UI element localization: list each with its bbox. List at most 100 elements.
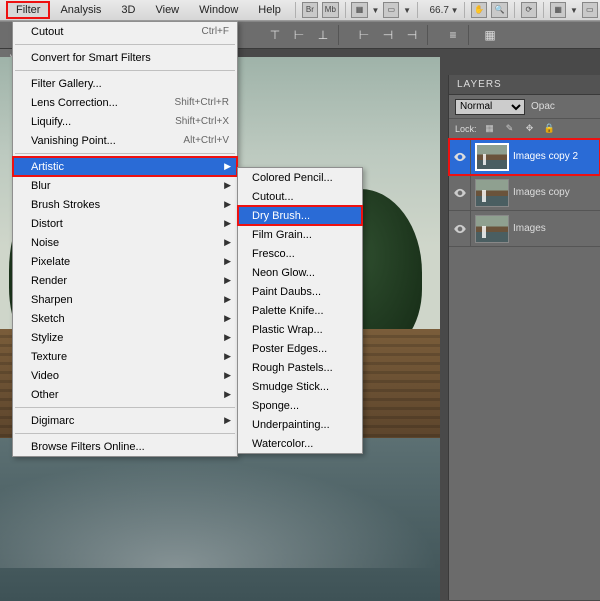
submenu-arrow-icon: ▶ — [224, 218, 231, 229]
filter-category-texture[interactable]: Texture▶ — [13, 347, 237, 366]
filter-digimarc[interactable]: Digimarc▶ — [13, 411, 237, 430]
align-hcenter-icon[interactable]: ⊣ — [377, 25, 399, 45]
artistic-film-grain[interactable]: Film Grain... — [238, 225, 362, 244]
eye-icon — [453, 150, 467, 164]
hand-tool-icon[interactable]: ✋ — [471, 2, 487, 18]
lock-transparency-icon[interactable]: ▦ — [483, 122, 497, 136]
lock-pixels-icon[interactable]: ✎ — [503, 122, 517, 136]
layer-row[interactable]: Images — [449, 211, 600, 247]
filter-category-blur[interactable]: Blur▶ — [13, 176, 237, 195]
align-right-icon[interactable]: ⊣ — [401, 25, 423, 45]
layers-panel-tab[interactable]: LAYERS — [449, 75, 600, 95]
align-left-icon[interactable]: ⊢ — [353, 25, 375, 45]
filter-category-brush-strokes[interactable]: Brush Strokes▶ — [13, 195, 237, 214]
layer-row[interactable]: Images copy 2 — [449, 139, 600, 175]
layer-name[interactable]: Images copy — [513, 187, 600, 198]
visibility-toggle[interactable] — [449, 211, 471, 246]
filter-browse-online[interactable]: Browse Filters Online... — [13, 437, 237, 456]
menu-window[interactable]: Window — [189, 1, 248, 19]
filter-category-video[interactable]: Video▶ — [13, 366, 237, 385]
menu-view[interactable]: View — [145, 1, 189, 19]
align-top-icon[interactable]: ⊤ — [264, 25, 286, 45]
artistic-watercolor[interactable]: Watercolor... — [238, 434, 362, 453]
dropdown-arrow-icon[interactable]: ▼ — [568, 3, 579, 17]
artistic-plastic-wrap[interactable]: Plastic Wrap... — [238, 320, 362, 339]
layer-thumbnail[interactable] — [475, 179, 509, 207]
align-vcenter-icon[interactable]: ⊢ — [288, 25, 310, 45]
layer-name[interactable]: Images — [513, 223, 600, 234]
arrange-docs-icon[interactable]: ▦ — [550, 2, 566, 18]
artistic-smudge-stick[interactable]: Smudge Stick... — [238, 377, 362, 396]
filter-gallery[interactable]: Filter Gallery... — [13, 74, 237, 93]
bridge-icon[interactable]: Br — [302, 2, 318, 18]
menu-item-label: Stylize — [31, 332, 229, 344]
filter-lens-correction[interactable]: Lens Correction...Shift+Ctrl+R — [13, 93, 237, 112]
align-bottom-icon[interactable]: ⊥ — [312, 25, 334, 45]
rotate-view-icon[interactable]: ⟳ — [521, 2, 537, 18]
filter-category-artistic[interactable]: Artistic▶ — [13, 157, 237, 176]
zoom-level[interactable]: 66.7 — [430, 5, 449, 16]
artistic-paint-daubs[interactable]: Paint Daubs... — [238, 282, 362, 301]
menu-item-label: Paint Daubs... — [252, 286, 354, 298]
lock-all-icon[interactable]: 🔒 — [543, 122, 557, 136]
filter-liquify[interactable]: Liquify...Shift+Ctrl+X — [13, 112, 237, 131]
submenu-arrow-icon: ▶ — [224, 237, 231, 248]
menu-separator — [15, 153, 235, 154]
layer-row[interactable]: Images copy — [449, 175, 600, 211]
filter-vanishing-point[interactable]: Vanishing Point...Alt+Ctrl+V — [13, 131, 237, 150]
menu-item-label: Watercolor... — [252, 438, 354, 450]
screen-mode-icon[interactable]: ▭ — [582, 2, 598, 18]
dropdown-arrow-icon[interactable]: ▼ — [370, 3, 381, 17]
filter-category-sharpen[interactable]: Sharpen▶ — [13, 290, 237, 309]
artistic-colored-pencil[interactable]: Colored Pencil... — [238, 168, 362, 187]
menu-item-label: Blur — [31, 180, 229, 192]
menu-item-label: Smudge Stick... — [252, 381, 354, 393]
distribute-icon[interactable]: ≡ — [442, 25, 464, 45]
visibility-toggle[interactable] — [449, 139, 471, 174]
filter-category-distort[interactable]: Distort▶ — [13, 214, 237, 233]
artistic-fresco[interactable]: Fresco... — [238, 244, 362, 263]
blend-mode-select[interactable]: Normal — [455, 99, 525, 115]
artistic-palette-knife[interactable]: Palette Knife... — [238, 301, 362, 320]
separator — [464, 2, 465, 18]
filter-category-stylize[interactable]: Stylize▶ — [13, 328, 237, 347]
menu-analysis[interactable]: Analysis — [50, 1, 111, 19]
menu-separator — [15, 407, 235, 408]
menu-filter[interactable]: Filter — [6, 1, 50, 19]
align-h-group: ⊢ ⊣ ⊣ — [349, 25, 428, 45]
auto-align-icon[interactable]: ▦ — [479, 25, 501, 45]
artistic-dry-brush[interactable]: Dry Brush... — [238, 206, 362, 225]
minibridge-icon[interactable]: Mb — [322, 2, 338, 18]
filter-category-noise[interactable]: Noise▶ — [13, 233, 237, 252]
filter-category-pixelate[interactable]: Pixelate▶ — [13, 252, 237, 271]
filter-category-sketch[interactable]: Sketch▶ — [13, 309, 237, 328]
layer-name[interactable]: Images copy 2 — [513, 151, 600, 162]
dropdown-arrow-icon[interactable]: ▼ — [449, 3, 460, 17]
artistic-poster-edges[interactable]: Poster Edges... — [238, 339, 362, 358]
artistic-underpainting[interactable]: Underpainting... — [238, 415, 362, 434]
zoom-tool-icon[interactable]: 🔍 — [491, 2, 507, 18]
dropdown-arrow-icon[interactable]: ▼ — [401, 3, 412, 17]
layer-thumbnail[interactable] — [475, 215, 509, 243]
menu-3d[interactable]: 3D — [111, 1, 145, 19]
filter-category-other[interactable]: Other▶ — [13, 385, 237, 404]
filter-last-used[interactable]: Cutout Ctrl+F — [13, 22, 237, 41]
filter-category-render[interactable]: Render▶ — [13, 271, 237, 290]
submenu-arrow-icon: ▶ — [224, 256, 231, 267]
separator — [345, 2, 346, 18]
layers-panel: LAYERS Normal Opac Lock: ▦ ✎ ✥ 🔒 Images … — [448, 75, 600, 600]
visibility-toggle[interactable] — [449, 175, 471, 210]
artistic-neon-glow[interactable]: Neon Glow... — [238, 263, 362, 282]
lock-position-icon[interactable]: ✥ — [523, 122, 537, 136]
view-extras-icon[interactable]: ▦ — [351, 2, 367, 18]
filter-convert-smart[interactable]: Convert for Smart Filters — [13, 48, 237, 67]
submenu-arrow-icon: ▶ — [224, 415, 231, 426]
layer-thumbnail[interactable] — [475, 143, 509, 171]
opacity-label: Opac — [531, 101, 555, 112]
view-rulers-icon[interactable]: ▭ — [383, 2, 399, 18]
menu-item-label: Cutout... — [252, 191, 354, 203]
artistic-sponge[interactable]: Sponge... — [238, 396, 362, 415]
artistic-cutout[interactable]: Cutout... — [238, 187, 362, 206]
artistic-rough-pastels[interactable]: Rough Pastels... — [238, 358, 362, 377]
menu-help[interactable]: Help — [248, 1, 291, 19]
